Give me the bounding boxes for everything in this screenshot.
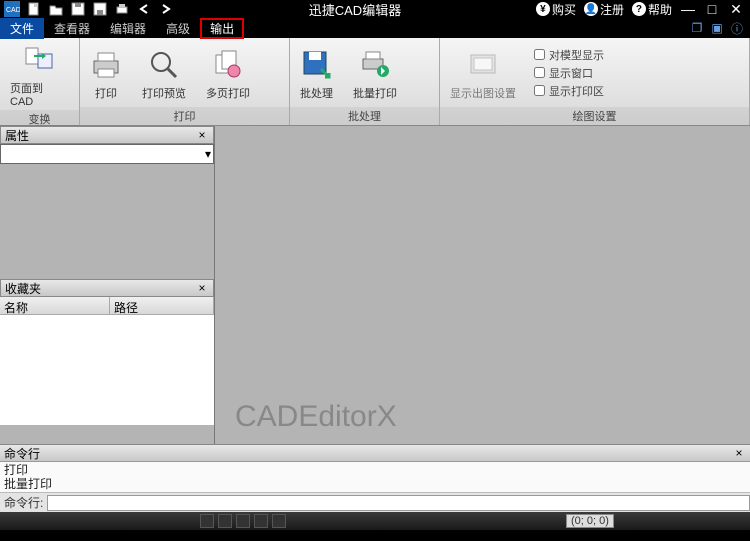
menu-output[interactable]: 输出 bbox=[200, 18, 244, 39]
print-button[interactable]: 打印 bbox=[80, 43, 132, 103]
printer-icon bbox=[90, 49, 122, 81]
plot-settings-icon bbox=[467, 49, 499, 81]
page-to-cad-icon bbox=[24, 44, 56, 76]
svg-text:CAD: CAD bbox=[6, 7, 20, 14]
favorites-list bbox=[0, 315, 214, 425]
batch-print-button[interactable]: 批量打印 bbox=[343, 43, 407, 103]
menu-advanced[interactable]: 高级 bbox=[156, 18, 200, 39]
watermark: CADEditorX bbox=[235, 400, 397, 434]
print-preview-button[interactable]: 打印预览 bbox=[132, 43, 196, 103]
favorites-header: 收藏夹 × bbox=[0, 279, 214, 297]
magnifier-icon bbox=[148, 49, 180, 81]
undo-icon[interactable] bbox=[136, 1, 152, 17]
close-button[interactable]: ✕ bbox=[728, 1, 744, 18]
grid-icon[interactable] bbox=[218, 514, 232, 528]
register-button[interactable]: 👤注册 bbox=[584, 1, 624, 18]
minimize-button[interactable]: — bbox=[680, 1, 696, 17]
commandline-header: 命令行 bbox=[4, 445, 40, 462]
commandline-input[interactable] bbox=[47, 495, 750, 511]
group-batch-title: 批处理 bbox=[290, 107, 439, 125]
chevron-down-icon: ▾ bbox=[205, 147, 211, 161]
redo-icon[interactable] bbox=[158, 1, 174, 17]
style-icon[interactable]: ▣ bbox=[710, 21, 724, 35]
batch-save-icon bbox=[301, 49, 333, 81]
maximize-button[interactable]: □ bbox=[704, 1, 720, 17]
print-icon[interactable] bbox=[114, 1, 130, 17]
title-bar: CAD 迅捷CAD编辑器 ¥购买 👤注册 ?帮助 — □ ✕ bbox=[0, 0, 750, 18]
coordinates: (0; 0; 0) bbox=[566, 514, 614, 528]
drawing-canvas[interactable]: CADEditorX bbox=[215, 126, 750, 444]
app-cad-icon: CAD bbox=[4, 1, 20, 17]
status-bar: (0; 0; 0) bbox=[0, 512, 750, 530]
show-plot-settings-button[interactable]: 显示出图设置 bbox=[440, 43, 526, 103]
multipage-icon bbox=[212, 49, 244, 81]
col-path[interactable]: 路径 bbox=[110, 297, 214, 314]
left-panel: 属性 × ▾ 收藏夹 × 名称 路径 bbox=[0, 126, 215, 444]
polar-icon[interactable] bbox=[254, 514, 268, 528]
help-button[interactable]: ?帮助 bbox=[632, 1, 672, 18]
commandline-log: 打印 批量打印 bbox=[0, 462, 750, 492]
workspace: 属性 × ▾ 收藏夹 × 名称 路径 CADEditorX bbox=[0, 126, 750, 444]
saveas-icon[interactable] bbox=[92, 1, 108, 17]
save-icon[interactable] bbox=[70, 1, 86, 17]
col-name[interactable]: 名称 bbox=[0, 297, 110, 314]
favorites-columns: 名称 路径 bbox=[0, 297, 214, 315]
window-list-icon[interactable]: ❐ bbox=[690, 21, 704, 35]
chk-print-area-display[interactable]: 显示打印区 bbox=[534, 83, 604, 99]
about-icon[interactable]: ⓘ bbox=[730, 21, 744, 35]
buy-button[interactable]: ¥购买 bbox=[536, 1, 576, 18]
batch-print-icon bbox=[359, 49, 391, 81]
group-print-title: 打印 bbox=[80, 107, 289, 125]
properties-body bbox=[0, 164, 214, 279]
page-to-cad-button[interactable]: 页面到 CAD bbox=[0, 38, 79, 110]
open-icon[interactable] bbox=[48, 1, 64, 17]
chk-model-display[interactable]: 对模型显示 bbox=[534, 47, 604, 63]
commandline-close-icon[interactable]: × bbox=[732, 446, 746, 460]
favorites-close-icon[interactable]: × bbox=[195, 281, 209, 295]
multipage-print-button[interactable]: 多页打印 bbox=[196, 43, 260, 103]
ribbon: 页面到 CAD 变换 打印 打印预览 多页打印 打印 批处理 bbox=[0, 38, 750, 126]
group-plot-title: 绘图设置 bbox=[440, 107, 749, 125]
user-icon: 👤 bbox=[584, 2, 598, 16]
osnap-icon[interactable] bbox=[272, 514, 286, 528]
batch-button[interactable]: 批处理 bbox=[290, 43, 343, 103]
ortho-icon[interactable] bbox=[236, 514, 250, 528]
properties-header: 属性 × bbox=[0, 126, 214, 144]
yen-icon: ¥ bbox=[536, 2, 550, 16]
commandline-label: 命令行: bbox=[0, 494, 47, 511]
chk-window-display[interactable]: 显示窗口 bbox=[534, 65, 604, 81]
menu-file[interactable]: 文件 bbox=[0, 18, 44, 39]
commandline-panel: 命令行 × 打印 批量打印 命令行: bbox=[0, 444, 750, 512]
properties-combo[interactable]: ▾ bbox=[0, 144, 214, 164]
window-title: 迅捷CAD编辑器 bbox=[174, 0, 536, 19]
menu-viewer[interactable]: 查看器 bbox=[44, 18, 100, 39]
new-icon[interactable] bbox=[26, 1, 42, 17]
menu-editor[interactable]: 编辑器 bbox=[100, 18, 156, 39]
properties-close-icon[interactable]: × bbox=[195, 128, 209, 142]
snap-icon[interactable] bbox=[200, 514, 214, 528]
menu-bar: 文件 查看器 编辑器 高级 输出 ❐ ▣ ⓘ bbox=[0, 18, 750, 38]
help-icon: ? bbox=[632, 2, 646, 16]
